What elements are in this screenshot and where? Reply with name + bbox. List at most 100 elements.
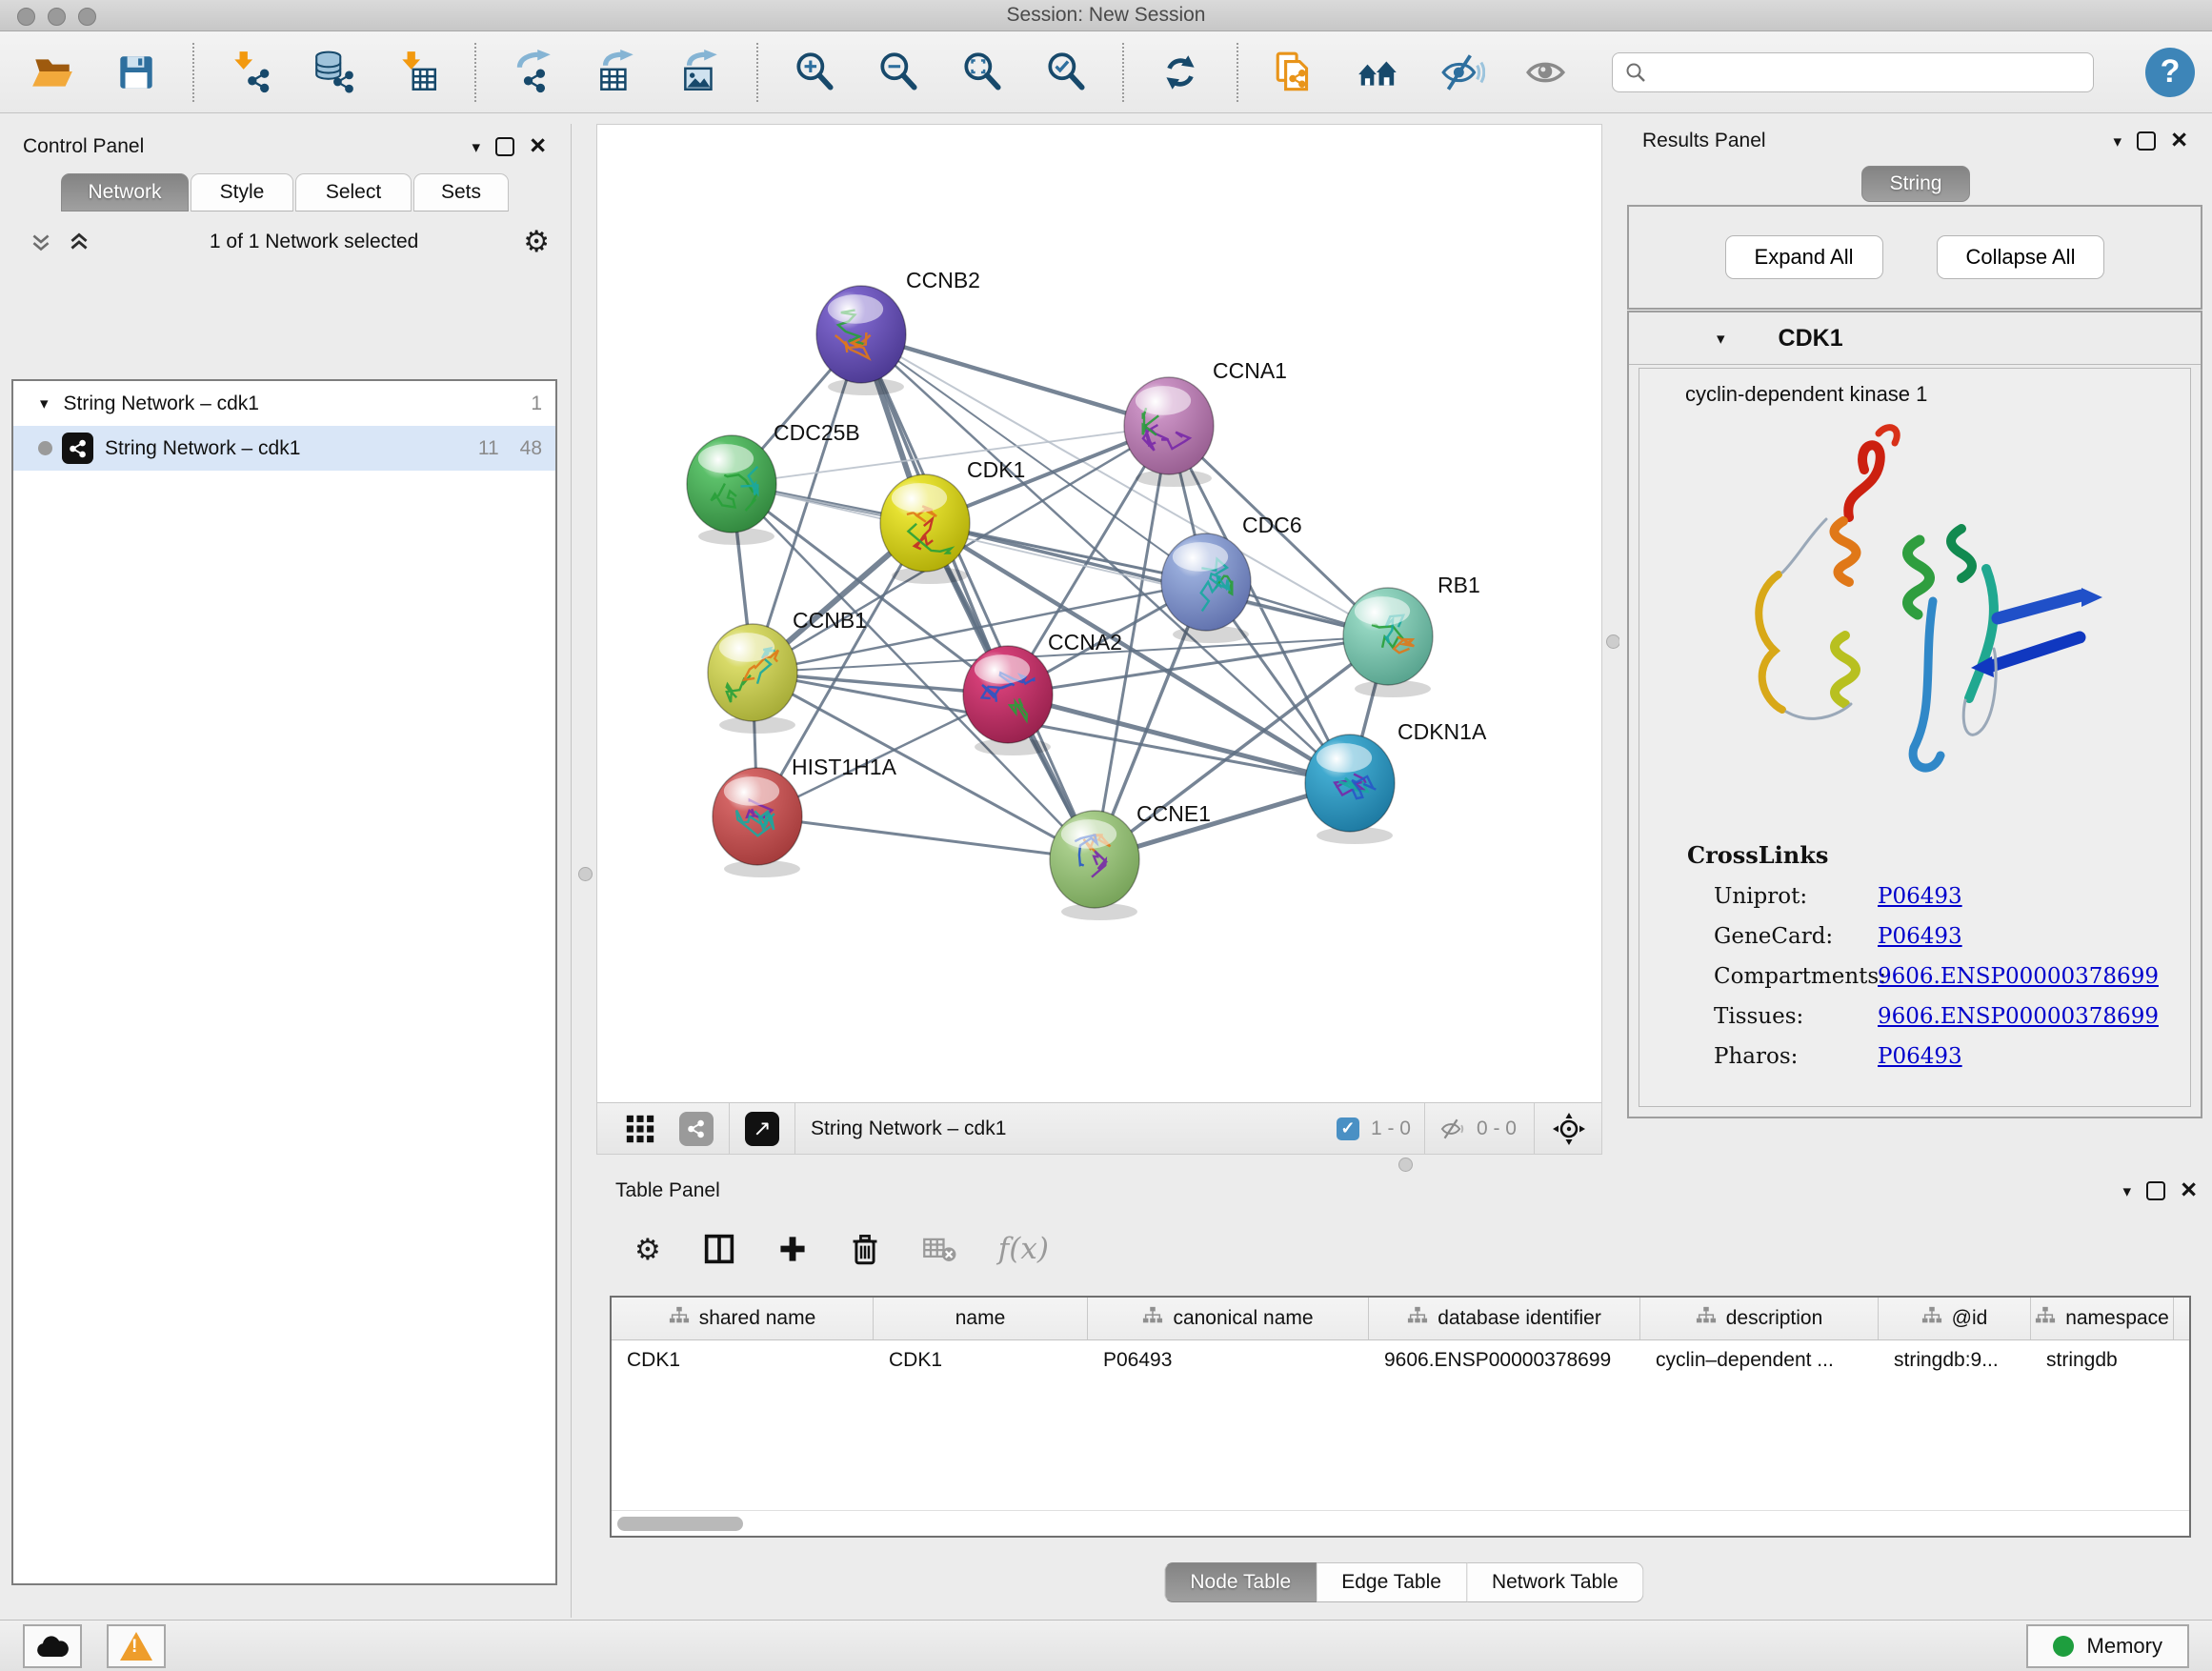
network-node-CDC6[interactable]: CDC6 [1161, 513, 1302, 643]
table-cell[interactable]: CDK1 [874, 1349, 1088, 1372]
collapse-all-icon[interactable] [29, 230, 53, 254]
gene-expander-icon[interactable]: ▾ [1717, 331, 1725, 347]
birds-eye-grid-icon[interactable] [624, 1113, 656, 1145]
zoom-in-icon[interactable] [787, 44, 842, 101]
zoom-out-icon[interactable] [871, 44, 926, 101]
delete-column-trash-icon[interactable] [850, 1233, 880, 1265]
panel-close-icon[interactable]: × [530, 135, 546, 157]
table-cell[interactable]: CDK1 [612, 1349, 874, 1372]
title-bar: Session: New Session [0, 0, 2212, 31]
create-column-plus-icon[interactable] [777, 1234, 808, 1264]
export-table-icon[interactable] [589, 44, 644, 101]
column-header-name[interactable]: name [874, 1298, 1088, 1339]
memory-button[interactable]: Memory [2026, 1624, 2189, 1668]
table-cell[interactable]: stringdb [2031, 1349, 2174, 1372]
panel-collapse-icon[interactable]: ▾ [473, 139, 481, 155]
table-cell[interactable]: stringdb:9... [1879, 1349, 2031, 1372]
import-network-from-database-icon[interactable] [307, 44, 362, 101]
warnings-button[interactable] [107, 1624, 166, 1668]
panel-close-icon[interactable]: × [2181, 1179, 2197, 1201]
network-view[interactable]: CCNB2CCNA1CDC25BCDK1CDC6RB1CCNB1CCNA2CDK… [596, 124, 1602, 1155]
network-node-CDKN1A[interactable]: CDKN1A [1305, 719, 1487, 844]
zoom-selected-icon[interactable] [1038, 44, 1094, 101]
hidden-elements-eye-icon[interactable] [1438, 1115, 1467, 1143]
network-node-CDK1[interactable]: CDK1 [880, 457, 1025, 584]
network-edge-HIST1H1A-CCNE1[interactable] [757, 816, 1095, 859]
show-columns-icon[interactable] [703, 1233, 735, 1265]
cloud-status-button[interactable] [23, 1624, 82, 1668]
panel-close-icon[interactable]: × [2171, 130, 2187, 151]
column-header-database-identifier[interactable]: database identifier [1369, 1298, 1640, 1339]
tab-node-table[interactable]: Node Table [1164, 1562, 1317, 1602]
tab-style[interactable]: Style [191, 173, 293, 211]
network-edge-CCNB2-CCNA1[interactable] [861, 334, 1169, 426]
crosslink-link[interactable]: 9606.ENSP00000378699 [1878, 1004, 2159, 1029]
horizontal-splitter-grip[interactable] [1398, 1158, 1413, 1172]
column-header-description[interactable]: description [1640, 1298, 1879, 1339]
network-node-CCNB2[interactable]: CCNB2 [816, 268, 980, 395]
column-header--id[interactable]: @id [1879, 1298, 2031, 1339]
network-node-HIST1H1A[interactable]: HIST1H1A [713, 755, 897, 877]
panel-float-icon[interactable] [495, 137, 514, 156]
zoom-fit-icon[interactable] [955, 44, 1010, 101]
vertical-splitter-grip[interactable] [578, 867, 593, 881]
import-network-icon[interactable] [223, 44, 278, 101]
column-header-canonical-name[interactable]: canonical name [1088, 1298, 1369, 1339]
open-session-icon[interactable] [25, 44, 80, 101]
expand-all-icon[interactable] [67, 230, 91, 254]
column-header-shared-name[interactable]: shared name [612, 1298, 874, 1339]
help-button[interactable]: ? [2145, 48, 2195, 97]
network-node-CCNB1[interactable]: CCNB1 [708, 608, 867, 734]
copy-share-document-icon[interactable] [1267, 44, 1322, 101]
table-cell[interactable]: P06493 [1088, 1349, 1369, 1372]
collection-expander-icon[interactable]: ▾ [40, 395, 49, 412]
save-session-icon[interactable] [109, 44, 164, 101]
crosslink-link[interactable]: P06493 [1878, 1044, 1962, 1069]
panel-float-icon[interactable] [2146, 1181, 2165, 1200]
vertical-splitter-grip[interactable] [1606, 634, 1620, 649]
network-canvas[interactable]: CCNB2CCNA1CDC25BCDK1CDC6RB1CCNB1CCNA2CDK… [597, 125, 1601, 1102]
tab-sets[interactable]: Sets [413, 173, 509, 211]
selected-nodes-checkbox-icon[interactable]: ✓ [1337, 1117, 1359, 1140]
panel-float-icon[interactable] [2137, 131, 2156, 151]
export-image-icon[interactable] [673, 44, 728, 101]
tab-network-table[interactable]: Network Table [1467, 1562, 1644, 1602]
collapse-all-button[interactable]: Collapse All [1937, 235, 2105, 279]
home-networks-icon[interactable] [1351, 44, 1406, 101]
hide-selection-eye-slash-icon[interactable] [1435, 44, 1490, 101]
panel-collapse-icon[interactable]: ▾ [2123, 1183, 2132, 1199]
open-in-new-view-icon[interactable]: ↗ [745, 1112, 779, 1146]
column-header-namespace[interactable]: namespace [2031, 1298, 2174, 1339]
network-options-gear-icon[interactable]: ⚙ [523, 227, 550, 256]
network-node-RB1[interactable]: RB1 [1343, 573, 1480, 697]
network-share-view-icon[interactable] [679, 1112, 714, 1146]
gene-entry-header[interactable]: ▾ CDK1 [1629, 312, 2201, 365]
network-collection-row[interactable]: ▾ String Network – cdk1 1 [13, 381, 555, 426]
table-cell[interactable]: cyclin–dependent ... [1640, 1349, 1879, 1372]
panel-collapse-icon[interactable]: ▾ [2114, 133, 2122, 150]
fit-content-crosshair-icon[interactable] [1552, 1112, 1586, 1146]
tab-string[interactable]: String [1861, 166, 1970, 202]
crosslink-link[interactable]: P06493 [1878, 924, 1962, 949]
network-edge-CCNA2-CDKN1A[interactable] [1008, 695, 1350, 783]
network-node-CCNE1[interactable]: CCNE1 [1050, 801, 1211, 920]
table-options-gear-icon[interactable]: ⚙ [634, 1235, 661, 1264]
table-row[interactable]: CDK1CDK1P064939606.ENSP00000378699cyclin… [612, 1340, 2189, 1380]
network-edge-CDK1-RB1[interactable] [925, 523, 1388, 636]
horizontal-scrollbar-thumb[interactable] [617, 1517, 743, 1531]
export-network-icon[interactable] [505, 44, 560, 101]
refresh-icon[interactable] [1153, 44, 1208, 101]
import-table-icon[interactable] [391, 44, 446, 101]
network-row[interactable]: String Network – cdk1 11 48 [13, 426, 555, 471]
table-cell[interactable]: 9606.ENSP00000378699 [1369, 1349, 1640, 1372]
tab-select[interactable]: Select [295, 173, 412, 211]
crosslink-link[interactable]: P06493 [1878, 884, 1962, 909]
network-node-CCNA1[interactable]: CCNA1 [1124, 358, 1287, 487]
network-edge-CCNB2-CCNE1[interactable] [861, 334, 1095, 859]
crosslink-link[interactable]: 9606.ENSP00000378699 [1878, 964, 2159, 989]
search-input[interactable] [1655, 60, 2081, 84]
tab-network[interactable]: Network [61, 173, 189, 211]
expand-all-button[interactable]: Expand All [1725, 235, 1883, 279]
show-selection-eye-icon[interactable] [1518, 44, 1574, 101]
tab-edge-table[interactable]: Edge Table [1317, 1562, 1467, 1602]
